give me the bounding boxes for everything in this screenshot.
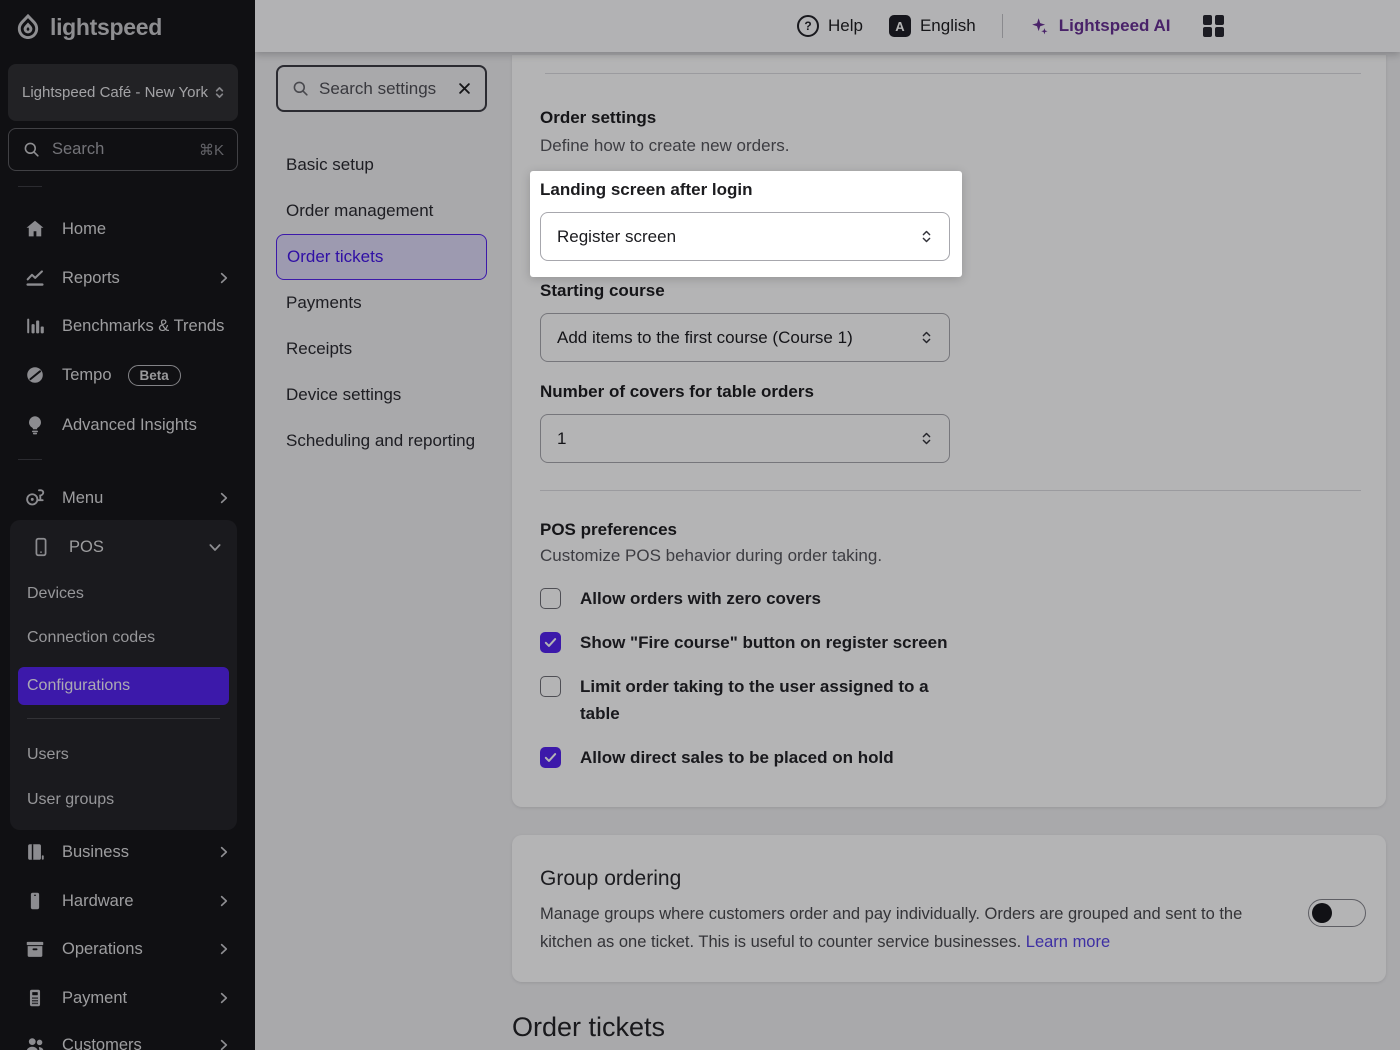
landing-screen-select[interactable]: Register screen [540,212,950,261]
landing-screen-label: Landing screen after login [540,180,753,200]
landing-screen-spotlight: Landing screen after login Register scre… [530,171,962,277]
app-window: lightspeed Lightspeed Café - New York Se… [0,0,1400,1050]
unfold-chevrons-icon [919,227,934,246]
dim-overlay [0,0,1400,1050]
